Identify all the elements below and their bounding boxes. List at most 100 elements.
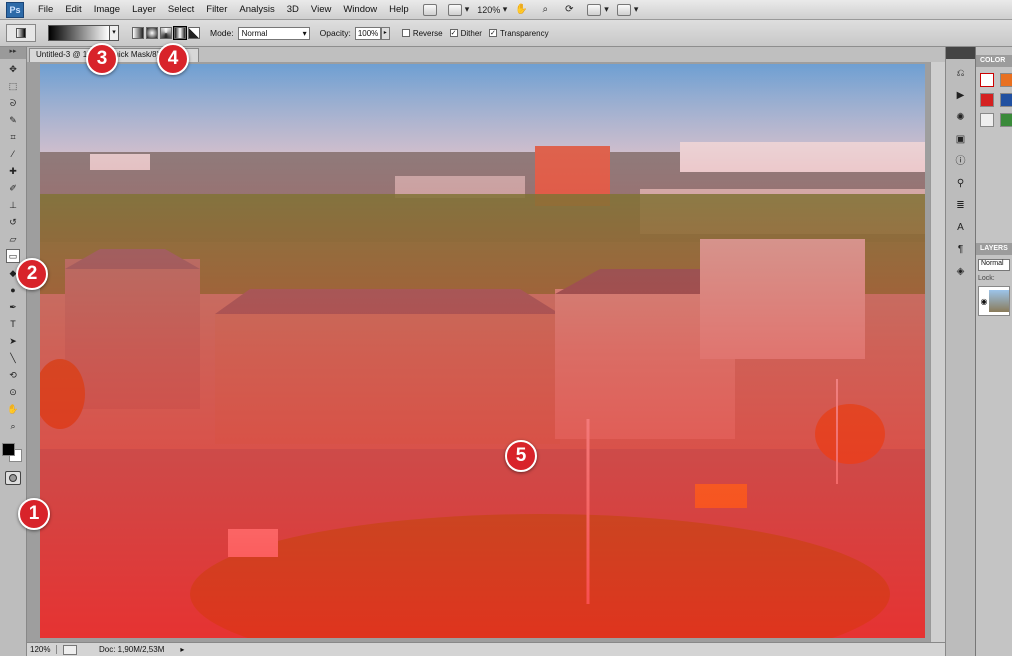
menu-image[interactable]: Image — [88, 4, 126, 15]
color-swatch-blue[interactable] — [1000, 93, 1012, 107]
tools-panel-header[interactable]: ▸▸ — [0, 47, 26, 59]
reverse-checkbox[interactable]: Reverse — [401, 29, 443, 38]
menu-select[interactable]: Select — [162, 4, 200, 15]
path-selection-tool-icon[interactable]: ➤ — [6, 334, 20, 348]
layers-panel-tab[interactable]: LAYERS — [976, 243, 1012, 255]
color-swatch-white[interactable] — [980, 113, 994, 127]
hand-tool-icon[interactable]: ✋ — [6, 402, 20, 416]
brush-tool-icon[interactable]: ✐ — [6, 181, 20, 195]
gradient-tool-icon — [16, 28, 26, 38]
zoom-tool-icon[interactable]: ⌕ — [539, 4, 555, 16]
type-tool-icon[interactable]: T — [6, 317, 20, 331]
dither-checkbox[interactable]: ✓ Dither — [449, 29, 482, 38]
menu-view[interactable]: View — [305, 4, 337, 15]
hand-tool-icon[interactable]: ✋ — [515, 4, 531, 16]
layer-row[interactable]: ◉ — [978, 286, 1010, 316]
no-color-swatch[interactable] — [980, 73, 994, 87]
eye-icon[interactable]: ◉ — [979, 297, 989, 306]
menu-bar: Ps File Edit Image Layer Select Filter A… — [0, 0, 1012, 20]
callout-badge-5: 5 — [505, 440, 537, 472]
color-panel-tab[interactable]: COLOR — [976, 55, 1012, 67]
status-zoom[interactable]: 120% — [27, 645, 57, 654]
clone-source-panel-icon[interactable]: ⚲ — [954, 177, 968, 191]
dodge-tool-icon[interactable]: ● — [6, 283, 20, 297]
menu-layer[interactable]: Layer — [126, 4, 162, 15]
color-swatch-green[interactable] — [1000, 113, 1012, 127]
layers-blend-mode-select[interactable]: Normal — [978, 259, 1010, 271]
character-panel-icon[interactable]: A — [954, 221, 968, 235]
callout-badge-2: 2 — [16, 258, 48, 290]
angle-gradient-icon[interactable] — [160, 27, 172, 39]
canvas-image[interactable] — [40, 64, 925, 638]
linear-gradient-icon[interactable] — [132, 27, 144, 39]
menu-window[interactable]: Window — [337, 4, 383, 15]
tool-preset-picker[interactable] — [6, 24, 36, 42]
view-extras-button[interactable]: ▾ — [447, 3, 469, 16]
masks-panel-icon[interactable]: ▣ — [954, 133, 968, 147]
menu-help[interactable]: Help — [383, 4, 415, 15]
status-bar: 120% Doc: 1,90M/2,53M ▸ — [27, 642, 945, 656]
zoom-level-select[interactable]: 120% ▾ — [477, 4, 507, 15]
status-menu-arrow-icon[interactable]: ▸ — [180, 645, 184, 654]
history-brush-tool-icon[interactable]: ↺ — [6, 215, 20, 229]
callout-badge-4: 4 — [157, 43, 189, 75]
quick-mask-icon — [9, 474, 17, 482]
gradient-dropdown-arrow-icon[interactable]: ▾ — [109, 25, 119, 41]
3d-rotate-tool-icon[interactable]: ⟲ — [6, 368, 20, 382]
diamond-gradient-icon[interactable] — [188, 27, 200, 39]
arrange-documents-button[interactable]: ▾ — [587, 3, 609, 16]
layers-lock-label: Lock: — [978, 275, 995, 282]
move-tool-icon[interactable]: ✥ — [6, 62, 20, 76]
reflected-gradient-icon[interactable] — [173, 26, 187, 40]
pen-tool-icon[interactable]: ✒ — [6, 300, 20, 314]
gradient-picker[interactable]: ▾ — [48, 25, 119, 41]
transparency-checkbox[interactable]: ✓ Transparency — [488, 29, 549, 38]
canvas-area[interactable] — [27, 62, 945, 642]
radial-gradient-icon[interactable] — [146, 27, 158, 39]
menu-file[interactable]: File — [32, 4, 59, 15]
3d-panel-icon[interactable]: ◈ — [954, 265, 968, 279]
color-panel-content — [976, 67, 1012, 133]
healing-brush-tool-icon[interactable]: ✚ — [6, 164, 20, 178]
collapsed-panel-dock: ⎌ ▶ ✺ ▣ ⓘ ⚲ ≣ A ¶ ◈ — [945, 47, 975, 656]
line-tool-icon[interactable]: ╲ — [6, 351, 20, 365]
mode-select[interactable]: Normal — [237, 26, 310, 40]
color-swatch-orange[interactable] — [1000, 73, 1012, 87]
city-photo — [40, 64, 925, 638]
clone-stamp-tool-icon[interactable]: ⊥ — [6, 198, 20, 212]
crop-tool-icon[interactable]: ⌗ — [6, 130, 20, 144]
status-doc-size: Doc: 1,90M/2,53M — [99, 645, 165, 654]
menu-3d[interactable]: 3D — [281, 4, 305, 15]
adjustments-panel-icon[interactable]: ✺ — [954, 111, 968, 125]
menu-analysis[interactable]: Analysis — [233, 4, 280, 15]
opacity-slider-arrow-icon[interactable]: ▸ — [380, 26, 390, 40]
callout-badge-3: 3 — [86, 43, 118, 75]
lasso-tool-icon[interactable]: ᘐ — [6, 96, 20, 110]
status-preview-icon[interactable] — [63, 644, 77, 655]
eyedropper-tool-icon[interactable]: ⁄ — [6, 147, 20, 161]
menu-filter[interactable]: Filter — [200, 4, 233, 15]
history-panel-icon[interactable]: ⎌ — [954, 67, 968, 81]
marquee-tool-icon[interactable]: ⬚ — [6, 79, 20, 93]
info-panel-icon[interactable]: ⓘ — [954, 155, 968, 169]
quick-mask-mode-button[interactable] — [5, 471, 21, 485]
opacity-input[interactable]: 100% — [354, 26, 381, 40]
bridge-button[interactable] — [422, 3, 440, 16]
screen-mode-button[interactable]: ▾ — [616, 3, 638, 16]
quick-selection-tool-icon[interactable]: ✎ — [6, 113, 20, 127]
actions-panel-icon[interactable]: ▶ — [954, 89, 968, 103]
brushes-panel-icon[interactable]: ≣ — [954, 199, 968, 213]
dock-header[interactable] — [946, 47, 975, 59]
photoshop-logo: Ps — [6, 1, 24, 18]
rotate-view-icon[interactable]: ⟳ — [563, 4, 579, 16]
foreground-color-swatch[interactable] — [2, 443, 15, 456]
zoom-tool-icon[interactable]: ⌕ — [6, 419, 20, 433]
gradient-tool-button[interactable]: ▭ — [6, 249, 20, 263]
vertical-scrollbar[interactable] — [930, 62, 945, 642]
color-swatches[interactable] — [1, 437, 25, 463]
3d-orbit-tool-icon[interactable]: ⊙ — [6, 385, 20, 399]
eraser-tool-icon[interactable]: ▱ — [6, 232, 20, 246]
paragraph-panel-icon[interactable]: ¶ — [954, 243, 968, 257]
menu-edit[interactable]: Edit — [59, 4, 87, 15]
color-swatch-red[interactable] — [980, 93, 994, 107]
